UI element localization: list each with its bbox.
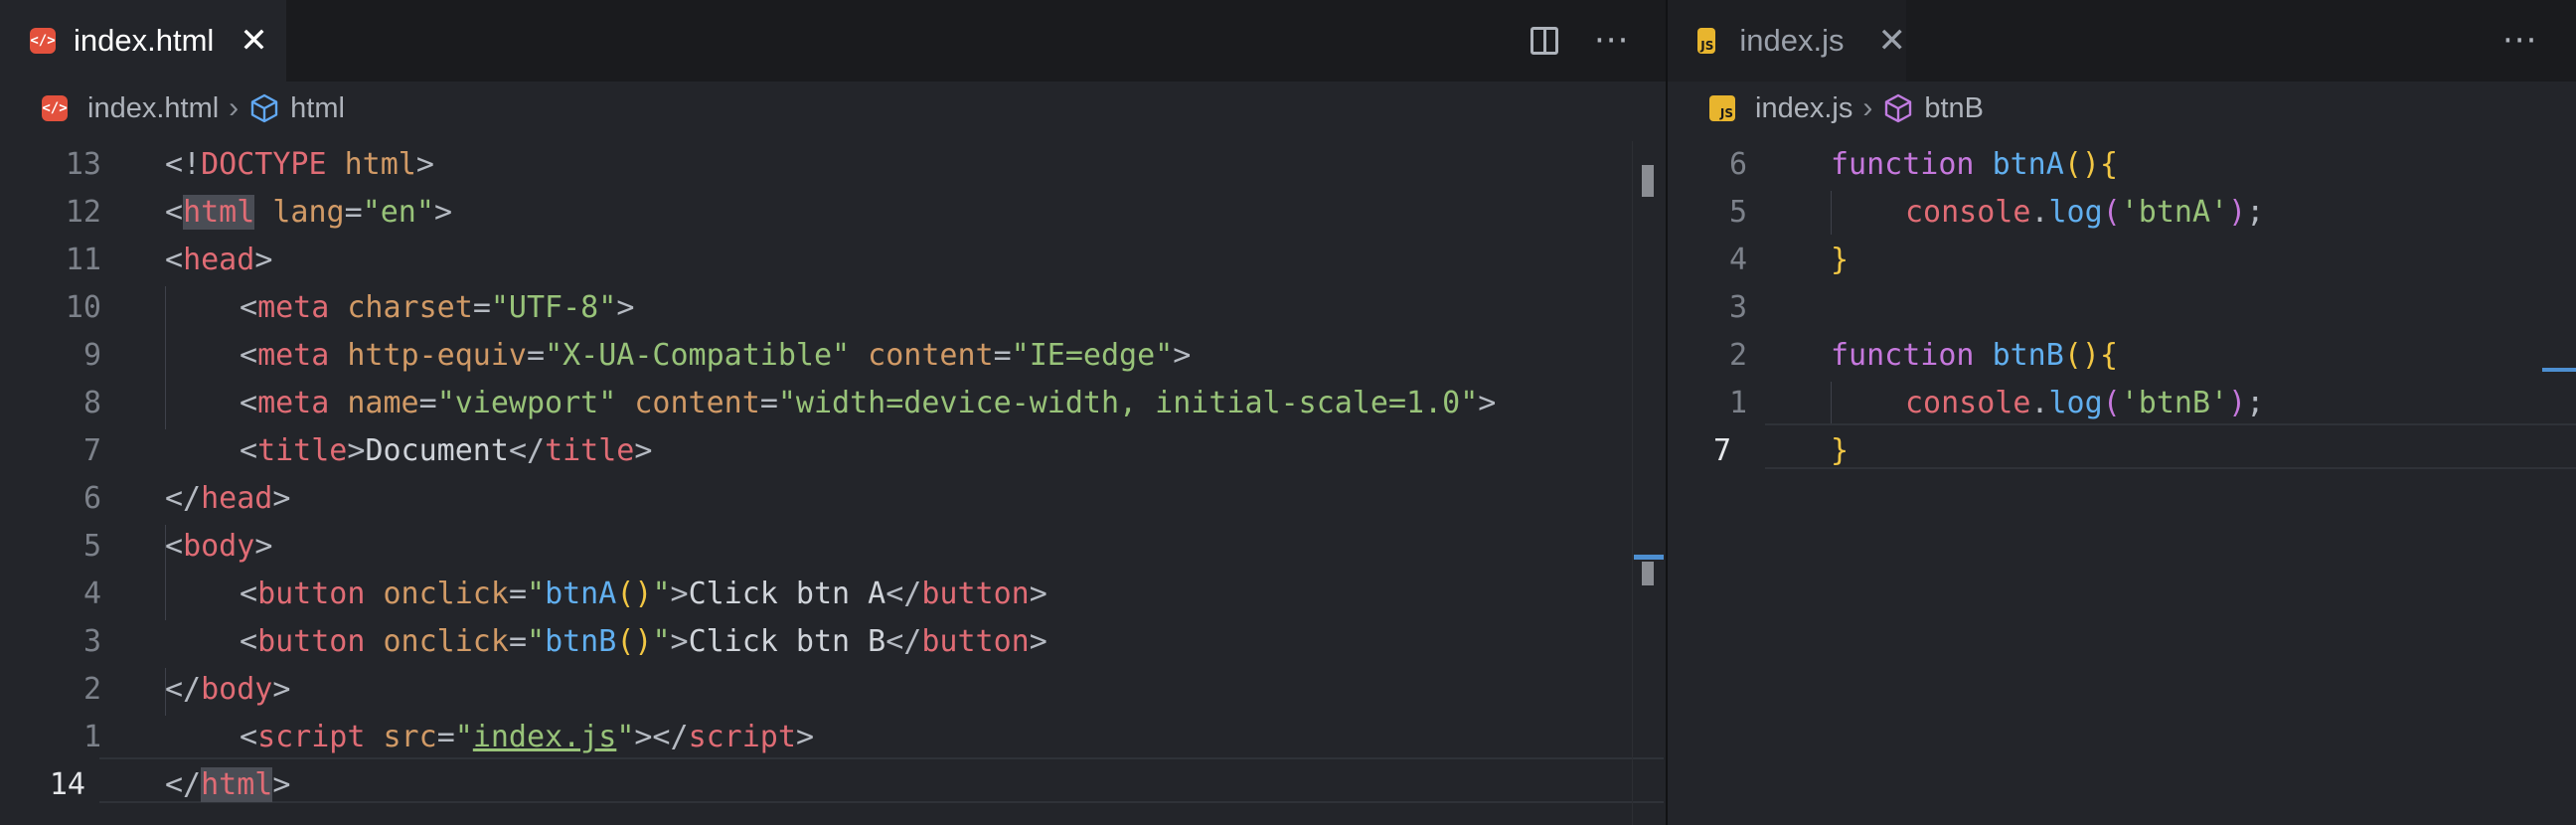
line-number: 3 xyxy=(1728,290,1747,325)
tab-bar: </> index.html ✕ ··· xyxy=(0,0,1666,82)
code-line: </body> xyxy=(165,672,291,707)
line-number: 4 xyxy=(1728,243,1747,277)
tab-label: index.html xyxy=(74,23,215,58)
html-file-icon: </> xyxy=(30,28,56,54)
cursor-marker xyxy=(2542,368,2576,372)
editor-actions: ··· xyxy=(1530,0,1629,82)
breadcrumb: </> index.html › html xyxy=(0,82,1666,135)
code-line: console.log('btnB'); xyxy=(1905,386,2265,420)
script-src-link[interactable]: index.js xyxy=(473,720,617,754)
code-line: <meta name="viewport" content="width=dev… xyxy=(240,386,1497,420)
close-icon[interactable]: ✕ xyxy=(1878,24,1907,58)
split-editor-icon[interactable] xyxy=(1530,27,1558,55)
tab-bar: JS index.js ✕ ··· xyxy=(1668,0,2576,82)
breadcrumb-symbol[interactable]: btnB xyxy=(1924,92,1984,125)
line-number: 11 xyxy=(65,243,101,277)
tab-index-js[interactable]: JS index.js ✕ xyxy=(1668,0,1906,82)
line-number: 1 xyxy=(1728,386,1747,420)
line-number: 5 xyxy=(82,529,101,564)
breadcrumb: JS index.js › btnB xyxy=(1668,82,2576,135)
line-number-current: 14 xyxy=(49,767,85,802)
code-line: <button onclick="btnB()">Click btn B</bu… xyxy=(240,624,1047,659)
line-number: 1 xyxy=(82,720,101,754)
tab-index-html[interactable]: </> index.html ✕ xyxy=(0,0,286,82)
code-line: <body> xyxy=(165,529,273,564)
code-line: <!DOCTYPE html> xyxy=(165,147,434,182)
editor-group-right: JS index.js ✕ ··· JS index.js › btnB 6 5… xyxy=(1668,0,2576,825)
chevron-right-icon: › xyxy=(229,91,240,124)
breadcrumb-file[interactable]: index.html xyxy=(87,92,219,125)
line-number: 13 xyxy=(65,147,101,182)
scroll-marker[interactable] xyxy=(1642,165,1654,197)
code-line: </html> xyxy=(165,767,291,802)
code-line: console.log('btnA'); xyxy=(1905,195,2265,230)
line-number: 8 xyxy=(82,386,101,420)
more-actions-icon[interactable]: ··· xyxy=(1594,24,1629,58)
scroll-marker[interactable] xyxy=(1642,562,1654,585)
overview-ruler xyxy=(1632,141,1633,825)
line-number: 2 xyxy=(1728,338,1747,373)
code-line: </head> xyxy=(165,481,291,516)
line-number: 10 xyxy=(65,290,101,325)
code-line: } xyxy=(1831,243,1850,277)
code-line: function btnA(){ xyxy=(1831,147,2118,182)
code-editor-html[interactable]: 13 12 11 10 9 8 7 6 5 4 3 2 1 14 <!DOCTY… xyxy=(0,141,1666,825)
symbol-cube-icon xyxy=(1885,93,1912,123)
breadcrumb-file[interactable]: index.js xyxy=(1755,92,1852,125)
js-file-icon: JS xyxy=(1697,28,1716,54)
line-number: 4 xyxy=(82,577,101,611)
line-number: 6 xyxy=(82,481,101,516)
editor-actions: ··· xyxy=(2502,0,2537,82)
chevron-right-icon: › xyxy=(1862,91,1873,124)
indent-guide xyxy=(165,286,166,429)
line-number: 12 xyxy=(65,195,101,230)
current-line-highlight xyxy=(99,757,1664,803)
indent-guide xyxy=(1831,191,1832,235)
more-actions-icon[interactable]: ··· xyxy=(2502,24,2537,58)
line-number: 6 xyxy=(1728,147,1747,182)
code-line: <html lang="en"> xyxy=(165,195,452,230)
code-line: <title>Document</title> xyxy=(240,433,653,468)
code-line: } xyxy=(1831,433,1850,468)
close-icon[interactable]: ✕ xyxy=(240,24,268,58)
html-file-icon: </> xyxy=(42,95,68,121)
line-number: 5 xyxy=(1728,195,1747,230)
code-line: <button onclick="btnA()">Click btn A</bu… xyxy=(240,577,1047,611)
code-line: <meta http-equiv="X-UA-Compatible" conte… xyxy=(240,338,1192,373)
js-file-icon: JS xyxy=(1709,95,1735,121)
code-line: <head> xyxy=(165,243,273,277)
line-number-current: 7 xyxy=(1712,433,1731,468)
line-number: 9 xyxy=(82,338,101,373)
line-number: 7 xyxy=(82,433,101,468)
code-line: <meta charset="UTF-8"> xyxy=(240,290,635,325)
code-editor-js[interactable]: 6 5 4 3 2 1 7 function btnA(){ console.l… xyxy=(1668,141,2576,825)
symbol-cube-icon xyxy=(250,93,278,123)
current-line-highlight xyxy=(1765,423,2576,469)
editor-group-left: </> index.html ✕ ··· </> index.html › ht… xyxy=(0,0,1666,825)
indent-guide xyxy=(1831,382,1832,425)
tab-label: index.js xyxy=(1739,23,1845,58)
line-number: 3 xyxy=(82,624,101,659)
breadcrumb-symbol[interactable]: html xyxy=(290,92,345,125)
cursor-marker xyxy=(1634,555,1664,560)
line-number: 2 xyxy=(82,672,101,707)
code-line: <script src="index.js"></script> xyxy=(240,720,814,754)
code-line: function btnB(){ xyxy=(1831,338,2118,373)
